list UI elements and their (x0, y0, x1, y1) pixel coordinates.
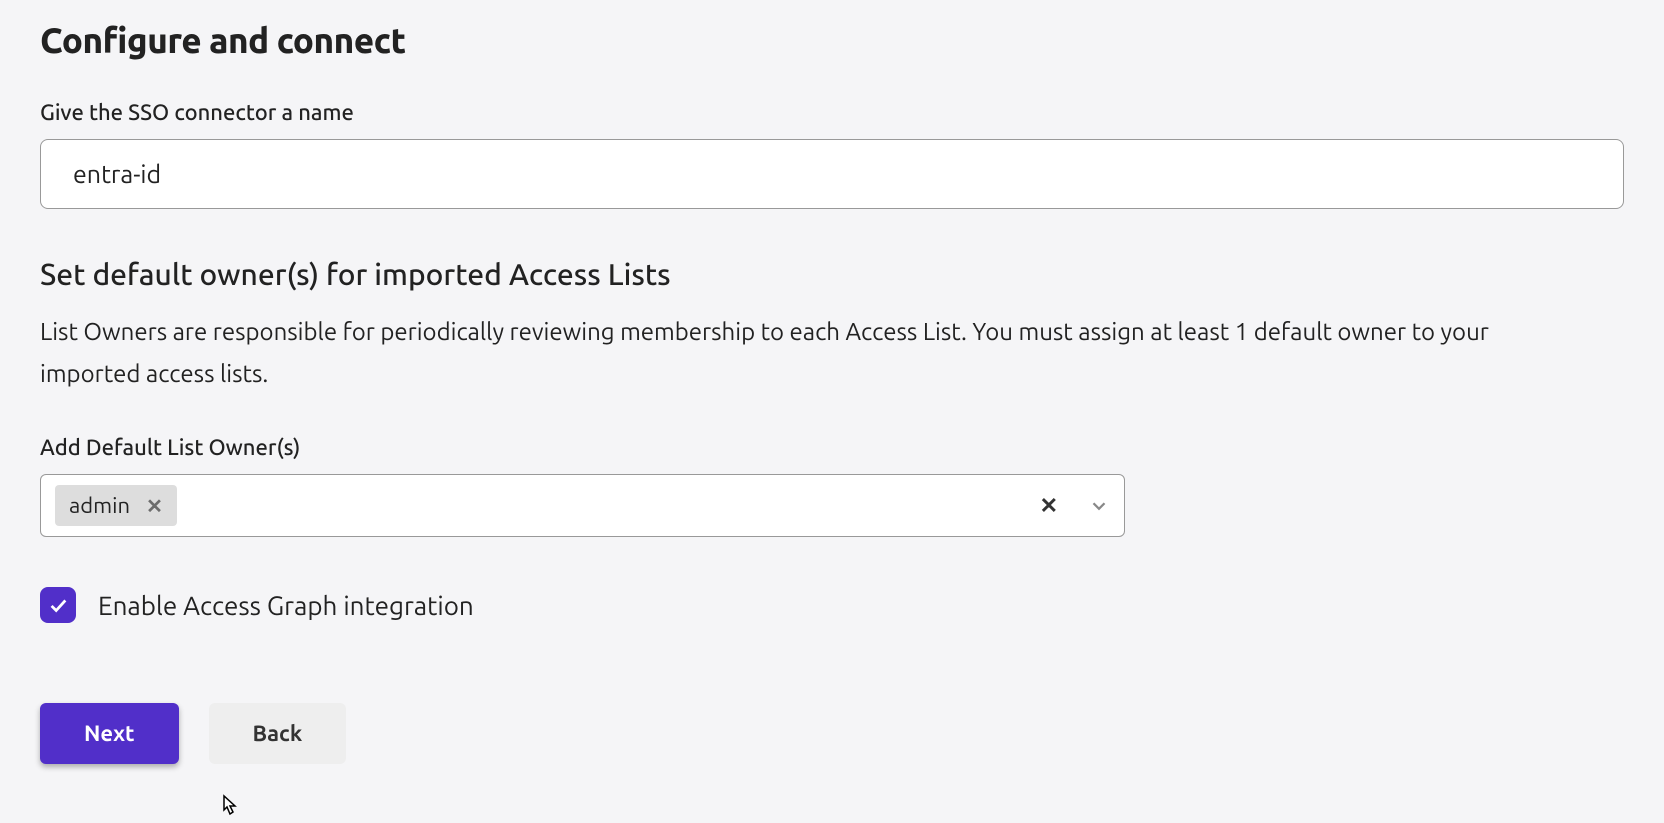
page-title: Configure and connect (40, 20, 1624, 60)
owners-heading: Set default owner(s) for imported Access… (40, 257, 1624, 291)
owners-description: List Owners are responsible for periodic… (40, 311, 1590, 395)
owner-tag: admin ✕ (55, 485, 177, 526)
enable-access-graph-label: Enable Access Graph integration (98, 591, 474, 620)
next-button[interactable]: Next (40, 703, 179, 764)
connector-name-input[interactable] (40, 139, 1624, 209)
owners-multiselect[interactable]: admin ✕ ✕ (40, 474, 1125, 537)
clear-icon[interactable]: ✕ (1040, 493, 1058, 519)
close-icon[interactable]: ✕ (146, 496, 163, 516)
owner-tag-label: admin (69, 493, 130, 518)
enable-access-graph-checkbox[interactable] (40, 587, 76, 623)
connector-name-label: Give the SSO connector a name (40, 100, 1624, 125)
back-button[interactable]: Back (209, 703, 347, 764)
owners-label: Add Default List Owner(s) (40, 435, 1624, 460)
chevron-down-icon[interactable] (1088, 495, 1110, 517)
cursor-icon (215, 792, 243, 820)
